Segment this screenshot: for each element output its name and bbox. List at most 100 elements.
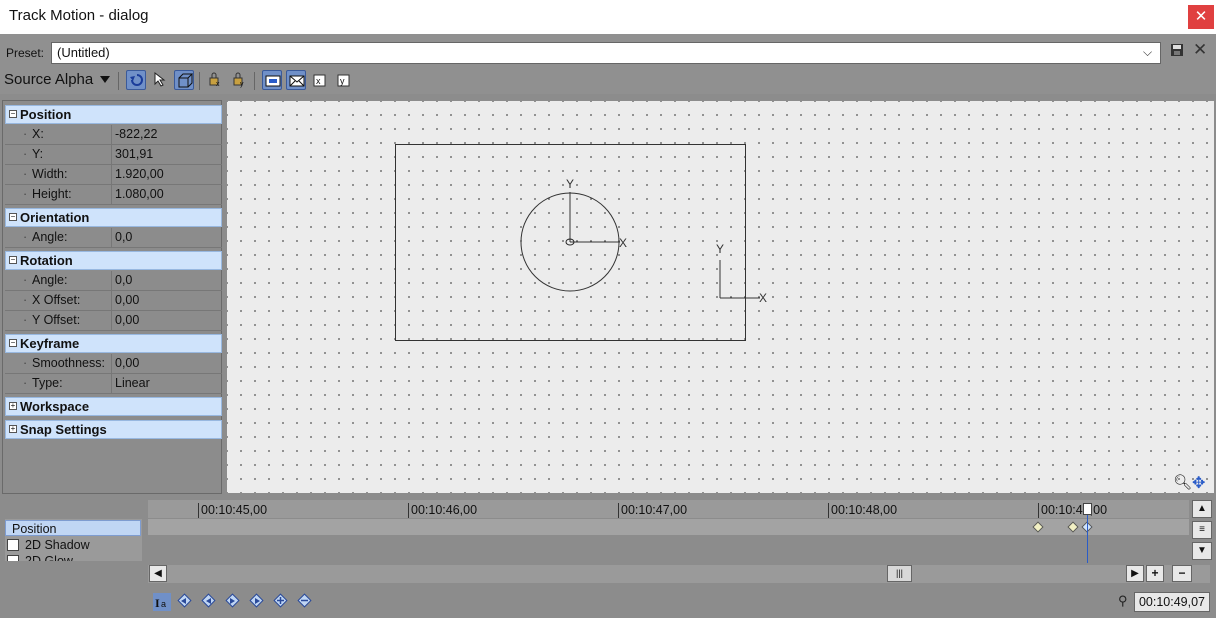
- property-row[interactable]: X Offset:0,00: [5, 291, 222, 311]
- save-preset-icon[interactable]: [1170, 43, 1184, 57]
- property-row[interactable]: X:-822,22: [5, 125, 222, 145]
- property-value[interactable]: 0,00: [115, 311, 139, 330]
- scroll-down-button[interactable]: ▼: [1192, 542, 1212, 560]
- property-row[interactable]: Y Offset:0,00: [5, 311, 222, 331]
- expand-icon[interactable]: +: [9, 402, 17, 410]
- property-name: Smoothness:: [5, 354, 112, 373]
- collapse-icon[interactable]: −: [9, 213, 17, 221]
- property-row[interactable]: Type:Linear: [5, 374, 222, 394]
- section-snap-settings[interactable]: + Snap Settings: [5, 420, 222, 439]
- property-value[interactable]: 1.920,00: [115, 165, 164, 184]
- window-title: Track Motion - dialog: [9, 7, 149, 24]
- pan-move-icon[interactable]: ✥: [1192, 473, 1205, 493]
- svg-text:x: x: [216, 81, 220, 88]
- next-keyframe-icon[interactable]: [249, 593, 265, 609]
- svg-text:I: I: [155, 596, 160, 610]
- section-orientation[interactable]: − Orientation: [5, 208, 222, 227]
- current-time-display[interactable]: 00:10:49,07: [1134, 592, 1210, 612]
- title-bar: [0, 0, 1216, 34]
- envelope-icon[interactable]: [286, 70, 306, 90]
- time-ruler[interactable]: 00:10:45,00 00:10:46,00 00:10:47,00 00:1…: [148, 500, 1189, 518]
- section-title: Rotation: [20, 253, 73, 268]
- track-position[interactable]: Position: [5, 520, 141, 536]
- zoom-out-button[interactable]: −: [1172, 565, 1192, 582]
- source-alpha-dropdown[interactable]: Source Alpha: [4, 71, 93, 88]
- horizontal-scrollbar[interactable]: [148, 565, 1210, 583]
- section-position[interactable]: − Position: [5, 105, 222, 124]
- property-value[interactable]: 0,0: [115, 228, 132, 247]
- insert-keyframe-icon[interactable]: [273, 593, 289, 609]
- property-value[interactable]: 0,00: [115, 354, 139, 373]
- preset-dropdown[interactable]: (Untitled): [51, 42, 1161, 64]
- section-rotation[interactable]: − Rotation: [5, 251, 222, 270]
- undo-arrow-icon[interactable]: [126, 70, 146, 90]
- y-axis-icon[interactable]: y: [334, 70, 354, 90]
- collapse-icon[interactable]: −: [9, 339, 17, 347]
- section-title: Workspace: [20, 399, 90, 414]
- pin-icon[interactable]: ⚲: [1118, 593, 1128, 609]
- zoom-in-button[interactable]: +: [1146, 565, 1164, 582]
- track-2d-shadow[interactable]: 2D Shadow: [5, 537, 141, 553]
- scroll-up-button[interactable]: ▲: [1192, 500, 1212, 518]
- dropdown-arrow-icon[interactable]: [100, 76, 110, 83]
- property-row[interactable]: Y:301,91: [5, 145, 222, 165]
- property-row[interactable]: Smoothness:0,00: [5, 354, 222, 374]
- frame-icon[interactable]: [262, 70, 282, 90]
- section-title: Keyframe: [20, 336, 80, 351]
- property-name: Angle:: [5, 271, 112, 290]
- playhead-handle[interactable]: [1083, 503, 1092, 515]
- section-keyframe[interactable]: − Keyframe: [5, 334, 222, 353]
- chevron-down-icon[interactable]: ⌵: [1143, 45, 1152, 60]
- property-name: X Offset:: [5, 291, 112, 310]
- sync-cursor-icon[interactable]: Ia: [153, 593, 171, 611]
- section-workspace[interactable]: + Workspace: [5, 397, 222, 416]
- property-value[interactable]: Linear: [115, 374, 150, 393]
- section-title: Position: [20, 107, 72, 122]
- time-tick: 00:10:47,00: [618, 503, 687, 518]
- close-button[interactable]: ✕: [1188, 5, 1214, 29]
- property-value[interactable]: 301,91: [115, 145, 153, 164]
- lock-x-icon[interactable]: x: [205, 70, 225, 90]
- scroll-thumb[interactable]: |||: [887, 565, 912, 582]
- keyframe-marker[interactable]: [1032, 521, 1044, 533]
- zoom-icon[interactable]: 🔍︎: [1173, 473, 1192, 491]
- section-title: Snap Settings: [20, 422, 107, 437]
- lock-y-icon[interactable]: y: [229, 70, 249, 90]
- scroll-right-button[interactable]: ▶: [1126, 565, 1144, 582]
- collapse-icon[interactable]: −: [9, 110, 17, 118]
- keyframe-lane[interactable]: [148, 519, 1189, 535]
- keyframe-marker[interactable]: [1067, 521, 1079, 533]
- property-name: Height:: [5, 185, 112, 204]
- scroll-left-button[interactable]: ◀: [149, 565, 167, 582]
- property-row[interactable]: Height:1.080,00: [5, 185, 222, 205]
- property-value[interactable]: 0,0: [115, 271, 132, 290]
- track-2d-glow[interactable]: 2D Glow: [5, 553, 141, 561]
- delete-keyframe-icon[interactable]: [297, 593, 313, 609]
- 3d-box-icon[interactable]: [174, 70, 194, 90]
- time-tick: 00:10:46,00: [408, 503, 477, 518]
- rotation-gizmo[interactable]: Y X Y X: [500, 170, 800, 310]
- expand-icon[interactable]: +: [9, 425, 17, 433]
- prev-keyframe-icon[interactable]: [201, 593, 217, 609]
- delete-preset-icon[interactable]: ✕: [1193, 40, 1207, 60]
- toolbar-separator: [118, 72, 119, 90]
- svg-text:a: a: [161, 599, 166, 609]
- property-row[interactable]: Width:1.920,00: [5, 165, 222, 185]
- time-tick: 00:10:48,00: [828, 503, 897, 518]
- first-keyframe-icon[interactable]: [177, 593, 193, 609]
- property-value[interactable]: -822,22: [115, 125, 157, 144]
- move-cursor-icon[interactable]: [150, 70, 170, 90]
- x-axis-icon[interactable]: x: [310, 70, 330, 90]
- property-value[interactable]: 1.080,00: [115, 185, 164, 204]
- track-checkbox[interactable]: [7, 555, 19, 561]
- collapse-icon[interactable]: −: [9, 256, 17, 264]
- property-row[interactable]: Angle:0,0: [5, 271, 222, 291]
- add-keyframe-icon[interactable]: [225, 593, 241, 609]
- track-menu-button[interactable]: ≡: [1192, 521, 1212, 539]
- property-row[interactable]: Angle:0,0: [5, 228, 222, 248]
- property-name: X:: [5, 125, 112, 144]
- track-list: Position 2D Shadow 2D Glow: [5, 519, 142, 561]
- property-value[interactable]: 0,00: [115, 291, 139, 310]
- time-tick: 00:10:49,00: [1038, 503, 1107, 518]
- track-checkbox[interactable]: [7, 539, 19, 551]
